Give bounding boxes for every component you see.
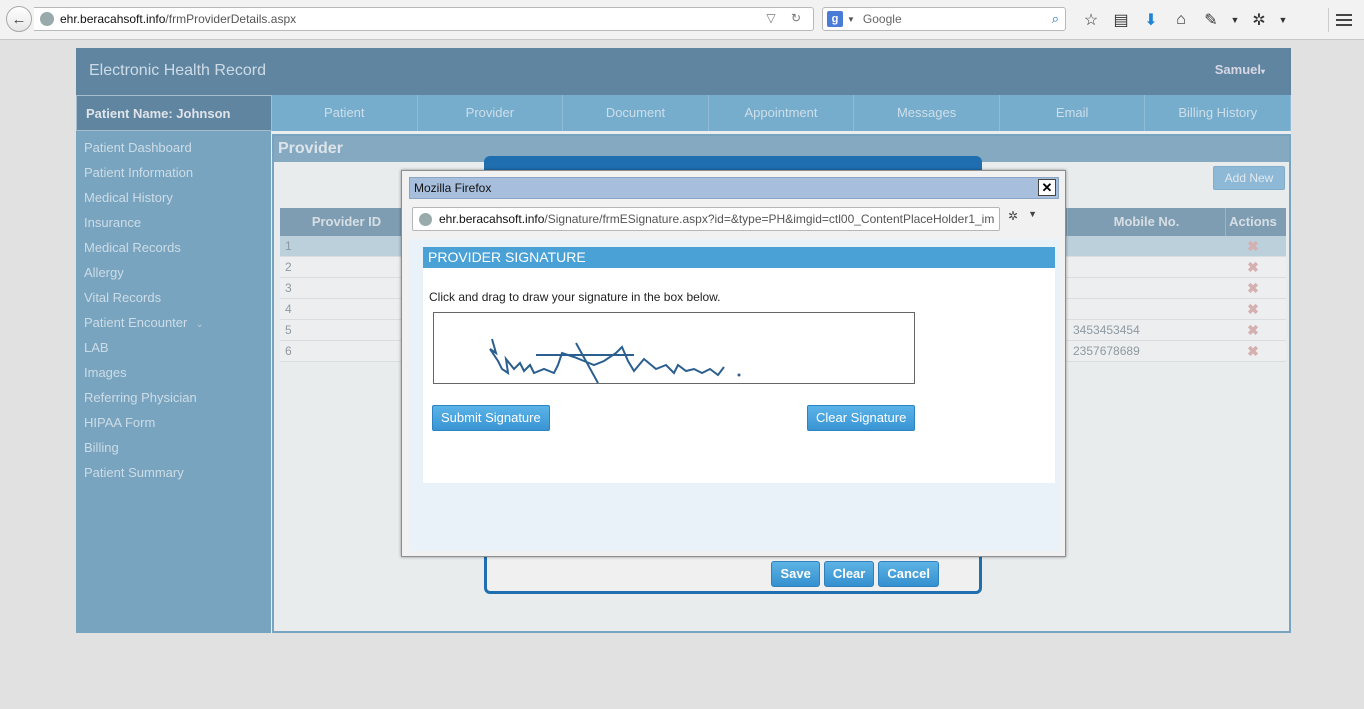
cancel-button[interactable]: Cancel: [878, 561, 939, 587]
search-icon[interactable]: ⌕: [1052, 11, 1059, 27]
bookmark-star-icon[interactable]: ☆: [1076, 8, 1106, 32]
popup-body: PROVIDER SIGNATURE Click and drag to dra…: [409, 239, 1059, 551]
back-arrow-icon[interactable]: ←: [6, 6, 32, 32]
popup-address-bar[interactable]: ehr.beracahsoft.info/Signature/frmESigna…: [412, 207, 1000, 231]
signature-popup-window: Mozilla Firefox ✕ ehr.beracahsoft.info/S…: [401, 170, 1066, 557]
chevron-down-icon[interactable]: ▼: [847, 15, 855, 24]
chevron-down-icon[interactable]: ▼: [1226, 8, 1244, 32]
address-url: ehr.beracahsoft.info/frmProviderDetails.…: [60, 12, 297, 26]
search-input[interactable]: Google: [863, 12, 902, 26]
reload-icon[interactable]: ▽ ↻: [766, 11, 807, 25]
signature-panel: PROVIDER SIGNATURE Click and drag to dra…: [423, 247, 1055, 483]
clear-button[interactable]: Clear: [823, 561, 875, 587]
panel-title: PROVIDER SIGNATURE: [423, 247, 1055, 268]
reading-list-icon[interactable]: ▤: [1106, 8, 1136, 32]
clear-signature-button[interactable]: Clear Signature: [807, 405, 916, 431]
home-icon[interactable]: ⌂: [1166, 8, 1196, 32]
download-icon[interactable]: ⬇: [1136, 8, 1166, 32]
chevron-down-icon[interactable]: ▼: [1274, 8, 1292, 32]
hamburger-menu-icon[interactable]: [1328, 8, 1358, 32]
browser-toolbar: ← ehr.beracahsoft.info/frmProviderDetail…: [0, 0, 1364, 40]
eyedropper-icon[interactable]: ✎: [1196, 8, 1226, 32]
extension-icon[interactable]: ✲: [1008, 209, 1018, 223]
globe-icon: [419, 213, 432, 226]
signature-stroke: [489, 338, 741, 384]
google-icon[interactable]: g: [827, 11, 843, 27]
address-bar[interactable]: ehr.beracahsoft.info/frmProviderDetails.…: [34, 7, 814, 31]
signature-canvas[interactable]: [433, 312, 915, 384]
extension-icon[interactable]: ✲: [1244, 8, 1274, 32]
submit-signature-button[interactable]: Submit Signature: [432, 405, 550, 431]
popup-titlebar: Mozilla Firefox ✕: [409, 177, 1059, 199]
globe-icon: [40, 12, 54, 26]
chevron-down-icon[interactable]: ▼: [1028, 209, 1037, 223]
instructions-text: Click and drag to draw your signature in…: [429, 290, 721, 304]
close-icon[interactable]: ✕: [1038, 179, 1056, 196]
popup-title: Mozilla Firefox: [414, 181, 492, 195]
save-button[interactable]: Save: [771, 561, 820, 587]
search-bar[interactable]: g ▼ Google ⌕: [822, 7, 1066, 31]
